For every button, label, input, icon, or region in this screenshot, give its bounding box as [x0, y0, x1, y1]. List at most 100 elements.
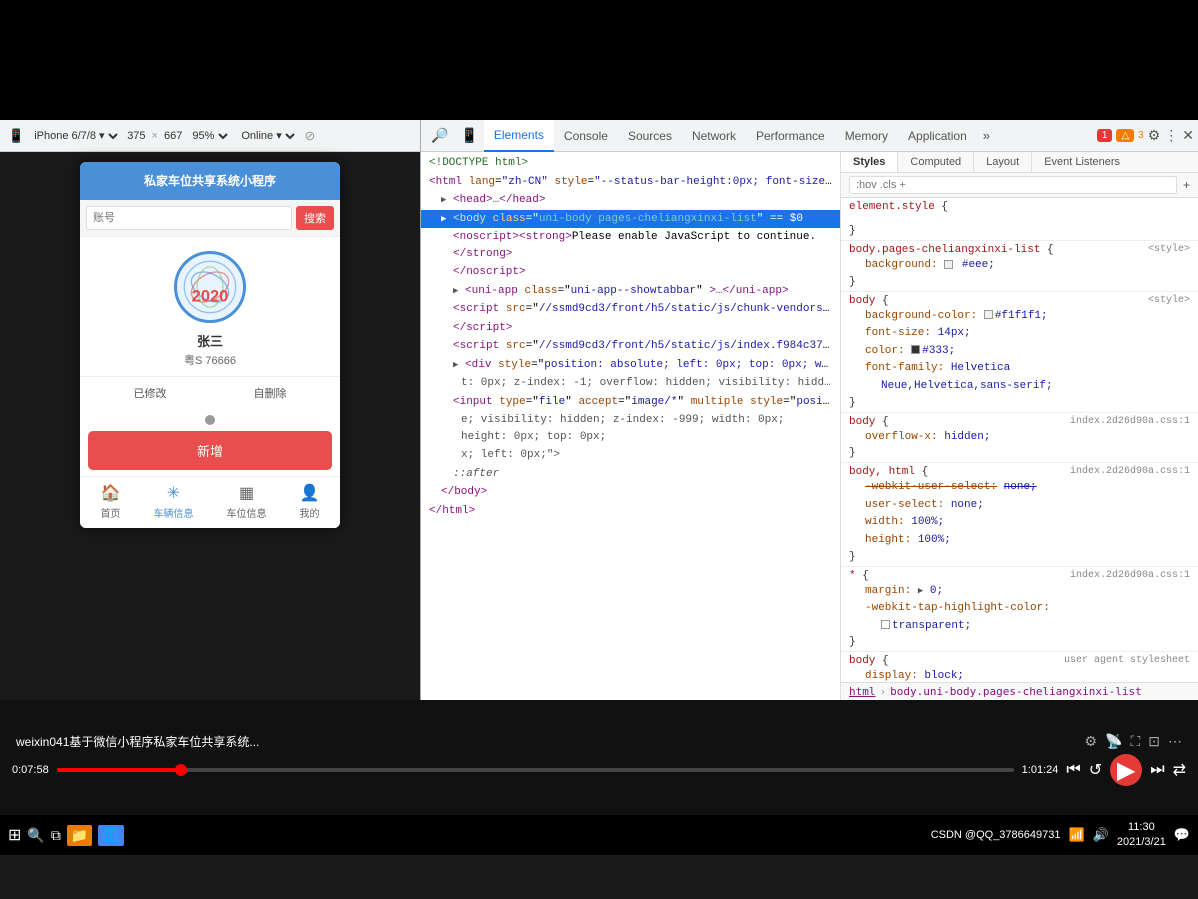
delete-button[interactable]: 自删除	[254, 385, 287, 401]
html-panel: <!DOCTYPE html> <html lang="zh-CN" style…	[421, 152, 841, 700]
html-line-body-close: </body>	[421, 483, 840, 502]
html-line-input-cont2: x; left: 0px;">	[421, 446, 840, 465]
total-time: 1:01:24	[1022, 764, 1059, 776]
close-icon[interactable]: ✕	[1182, 127, 1194, 144]
styles-filter-row: +	[841, 173, 1198, 198]
volume-icon[interactable]: 🔊	[1093, 827, 1109, 843]
video-title: weixin041基于微信小程序私家车位共享系统...	[16, 733, 1084, 750]
main-area: 📱 iPhone 6/7/8 ▾ 375 × 667 95% Online ▾ …	[0, 120, 1198, 700]
panels-row: <!DOCTYPE html> <html lang="zh-CN" style…	[421, 152, 1198, 700]
nav-parking-info[interactable]: ▦ 车位信息	[227, 483, 267, 520]
html-line-script2[interactable]: <script src="//ssmd9cd3/front/h5/static/…	[421, 337, 840, 356]
cast-icon[interactable]: 📡	[1105, 733, 1122, 750]
avatar-graphic: 2020	[177, 251, 243, 323]
profile-icon: 👤	[300, 483, 320, 503]
top-black-bar	[0, 0, 1198, 120]
phone-search-button[interactable]: 搜索	[296, 206, 334, 230]
style-block-star: * { index.2d26d90a.css:1 margin: ▶ 0; -w…	[841, 567, 1198, 653]
html-line-uniapp[interactable]: ▶ <uni-app class="uni-app--showtabbar" >…	[421, 282, 840, 301]
play-next-icon[interactable]: ⏭	[1150, 761, 1164, 779]
html-line-doctype: <!DOCTYPE html>	[421, 154, 840, 173]
tab-elements[interactable]: Elements	[484, 120, 554, 152]
device-select[interactable]: iPhone 6/7/8 ▾	[30, 129, 121, 143]
video-controls-bar: 0:07:58 1:01:24 ⏮ ↺ ▶ ⏭ ⇄	[0, 754, 1198, 786]
phone-header: 私家车位共享系统小程序	[80, 162, 340, 200]
settings-icon-video[interactable]: ⚙	[1084, 733, 1097, 750]
play-icon[interactable]: ▶	[1110, 754, 1142, 786]
home-icon: 🏠	[101, 483, 121, 503]
styles-panel: Styles Computed Layout Event Listeners +…	[841, 152, 1198, 700]
tab-performance[interactable]: Performance	[746, 120, 835, 152]
edit-button[interactable]: 已修改	[134, 385, 167, 401]
add-style-icon[interactable]: +	[1183, 178, 1190, 192]
device-height: 667	[164, 130, 182, 142]
html-line-after: ::after	[421, 465, 840, 484]
phone-search-row: 搜索	[80, 200, 340, 237]
progress-fill	[57, 768, 181, 772]
tab-application[interactable]: Application	[898, 120, 977, 152]
tab-styles[interactable]: Styles	[841, 152, 898, 172]
more-icon-video[interactable]: ⋯	[1168, 733, 1182, 750]
tab-layout[interactable]: Layout	[974, 152, 1032, 172]
play-prev-icon[interactable]: ⏮	[1066, 761, 1080, 779]
phone-search-input[interactable]	[86, 206, 292, 230]
network-icon: 📶	[1069, 827, 1085, 843]
html-line-noscript[interactable]: <noscript><strong>Please enable JavaScri…	[421, 228, 840, 263]
style-block-body-html: body, html { index.2d26d90a.css:1 -webki…	[841, 463, 1198, 566]
html-line-head[interactable]: ▶ <head>…</head>	[421, 191, 840, 210]
avatar: 2020	[174, 251, 246, 323]
plate-number: 粤S 76666	[184, 352, 236, 368]
html-line-div[interactable]: ▶ <div style="position: absolute; left: …	[421, 356, 840, 375]
notification-icon[interactable]: 💬	[1174, 827, 1190, 843]
style-block-element: element.style { }	[841, 198, 1198, 241]
html-line-script1[interactable]: <script src="//ssmd9cd3/front/h5/static/…	[421, 300, 840, 319]
parking-icon: ▦	[239, 483, 254, 503]
nav-vehicle-info[interactable]: ✳ 车辆信息	[154, 483, 194, 520]
breadcrumb-body[interactable]: body.uni-body.pages-cheliangxinxi-list	[890, 685, 1142, 698]
rewind-icon[interactable]: ↺	[1089, 760, 1102, 780]
style-block-body-1: body { <style> background-color: #f1f1f1…	[841, 292, 1198, 413]
zoom-select[interactable]: 95%	[188, 129, 231, 143]
task-view-icon[interactable]: ⧉	[51, 827, 61, 844]
progress-bar[interactable]	[57, 768, 1014, 772]
chrome-icon[interactable]: 🌐	[98, 825, 123, 846]
html-line-input[interactable]: <input type="file" accept="image/*" mult…	[421, 393, 840, 412]
network-select[interactable]: Online ▾	[237, 129, 298, 143]
styles-filter-input[interactable]	[849, 176, 1177, 194]
pip-icon[interactable]: ⊡	[1148, 733, 1160, 750]
add-button[interactable]: 新增	[88, 431, 332, 470]
device-icon: 📱	[8, 128, 24, 144]
inspect-icon[interactable]: 🔎	[425, 127, 454, 144]
nav-vehicle-label: 车辆信息	[154, 505, 194, 520]
progress-thumb	[175, 764, 187, 776]
tab-network[interactable]: Network	[682, 120, 746, 152]
settings-icon[interactable]: ⚙	[1148, 127, 1161, 144]
file-explorer-icon[interactable]: 📁	[67, 825, 92, 846]
html-line-body[interactable]: ▶ <body class="uni-body pages-cheliangxi…	[421, 210, 840, 229]
html-line-noscript-close: </noscript>	[421, 263, 840, 282]
shuffle-icon[interactable]: ⇄	[1173, 760, 1186, 780]
nav-home[interactable]: 🏠 首页	[101, 483, 121, 520]
styles-sub-tabs: Styles Computed Layout Event Listeners	[841, 152, 1198, 173]
start-icon[interactable]: ⊞	[8, 825, 21, 845]
tab-console[interactable]: Console	[554, 120, 618, 152]
tab-sources[interactable]: Sources	[618, 120, 682, 152]
tab-memory[interactable]: Memory	[835, 120, 898, 152]
breadcrumb-sep: ›	[880, 685, 887, 698]
current-time: 0:07:58	[12, 764, 49, 776]
tab-overflow-icon[interactable]: »	[977, 128, 996, 143]
video-player: weixin041基于微信小程序私家车位共享系统... ⚙ 📡 ⛶ ⊡ ⋯ 0:…	[0, 700, 1198, 815]
nav-home-label: 首页	[101, 505, 121, 520]
phone-simulator-area: 📱 iPhone 6/7/8 ▾ 375 × 667 95% Online ▾ …	[0, 120, 420, 700]
phone-nav: 🏠 首页 ✳ 车辆信息 ▦ 车位信息 👤 我的	[80, 476, 340, 528]
html-line-html[interactable]: <html lang="zh-CN" style="--status-bar-h…	[421, 173, 840, 192]
tab-computed[interactable]: Computed	[898, 152, 974, 172]
breadcrumb-html[interactable]: html	[849, 685, 876, 698]
more-icon[interactable]: ⋮	[1164, 127, 1178, 144]
device-toggle-icon[interactable]: 📱	[454, 127, 483, 144]
search-icon[interactable]: 🔍	[27, 827, 44, 844]
nav-profile[interactable]: 👤 我的	[300, 483, 320, 520]
svg-text:2020: 2020	[192, 288, 229, 306]
tab-event-listeners[interactable]: Event Listeners	[1032, 152, 1132, 172]
fullscreen-icon[interactable]: ⛶	[1130, 733, 1140, 750]
